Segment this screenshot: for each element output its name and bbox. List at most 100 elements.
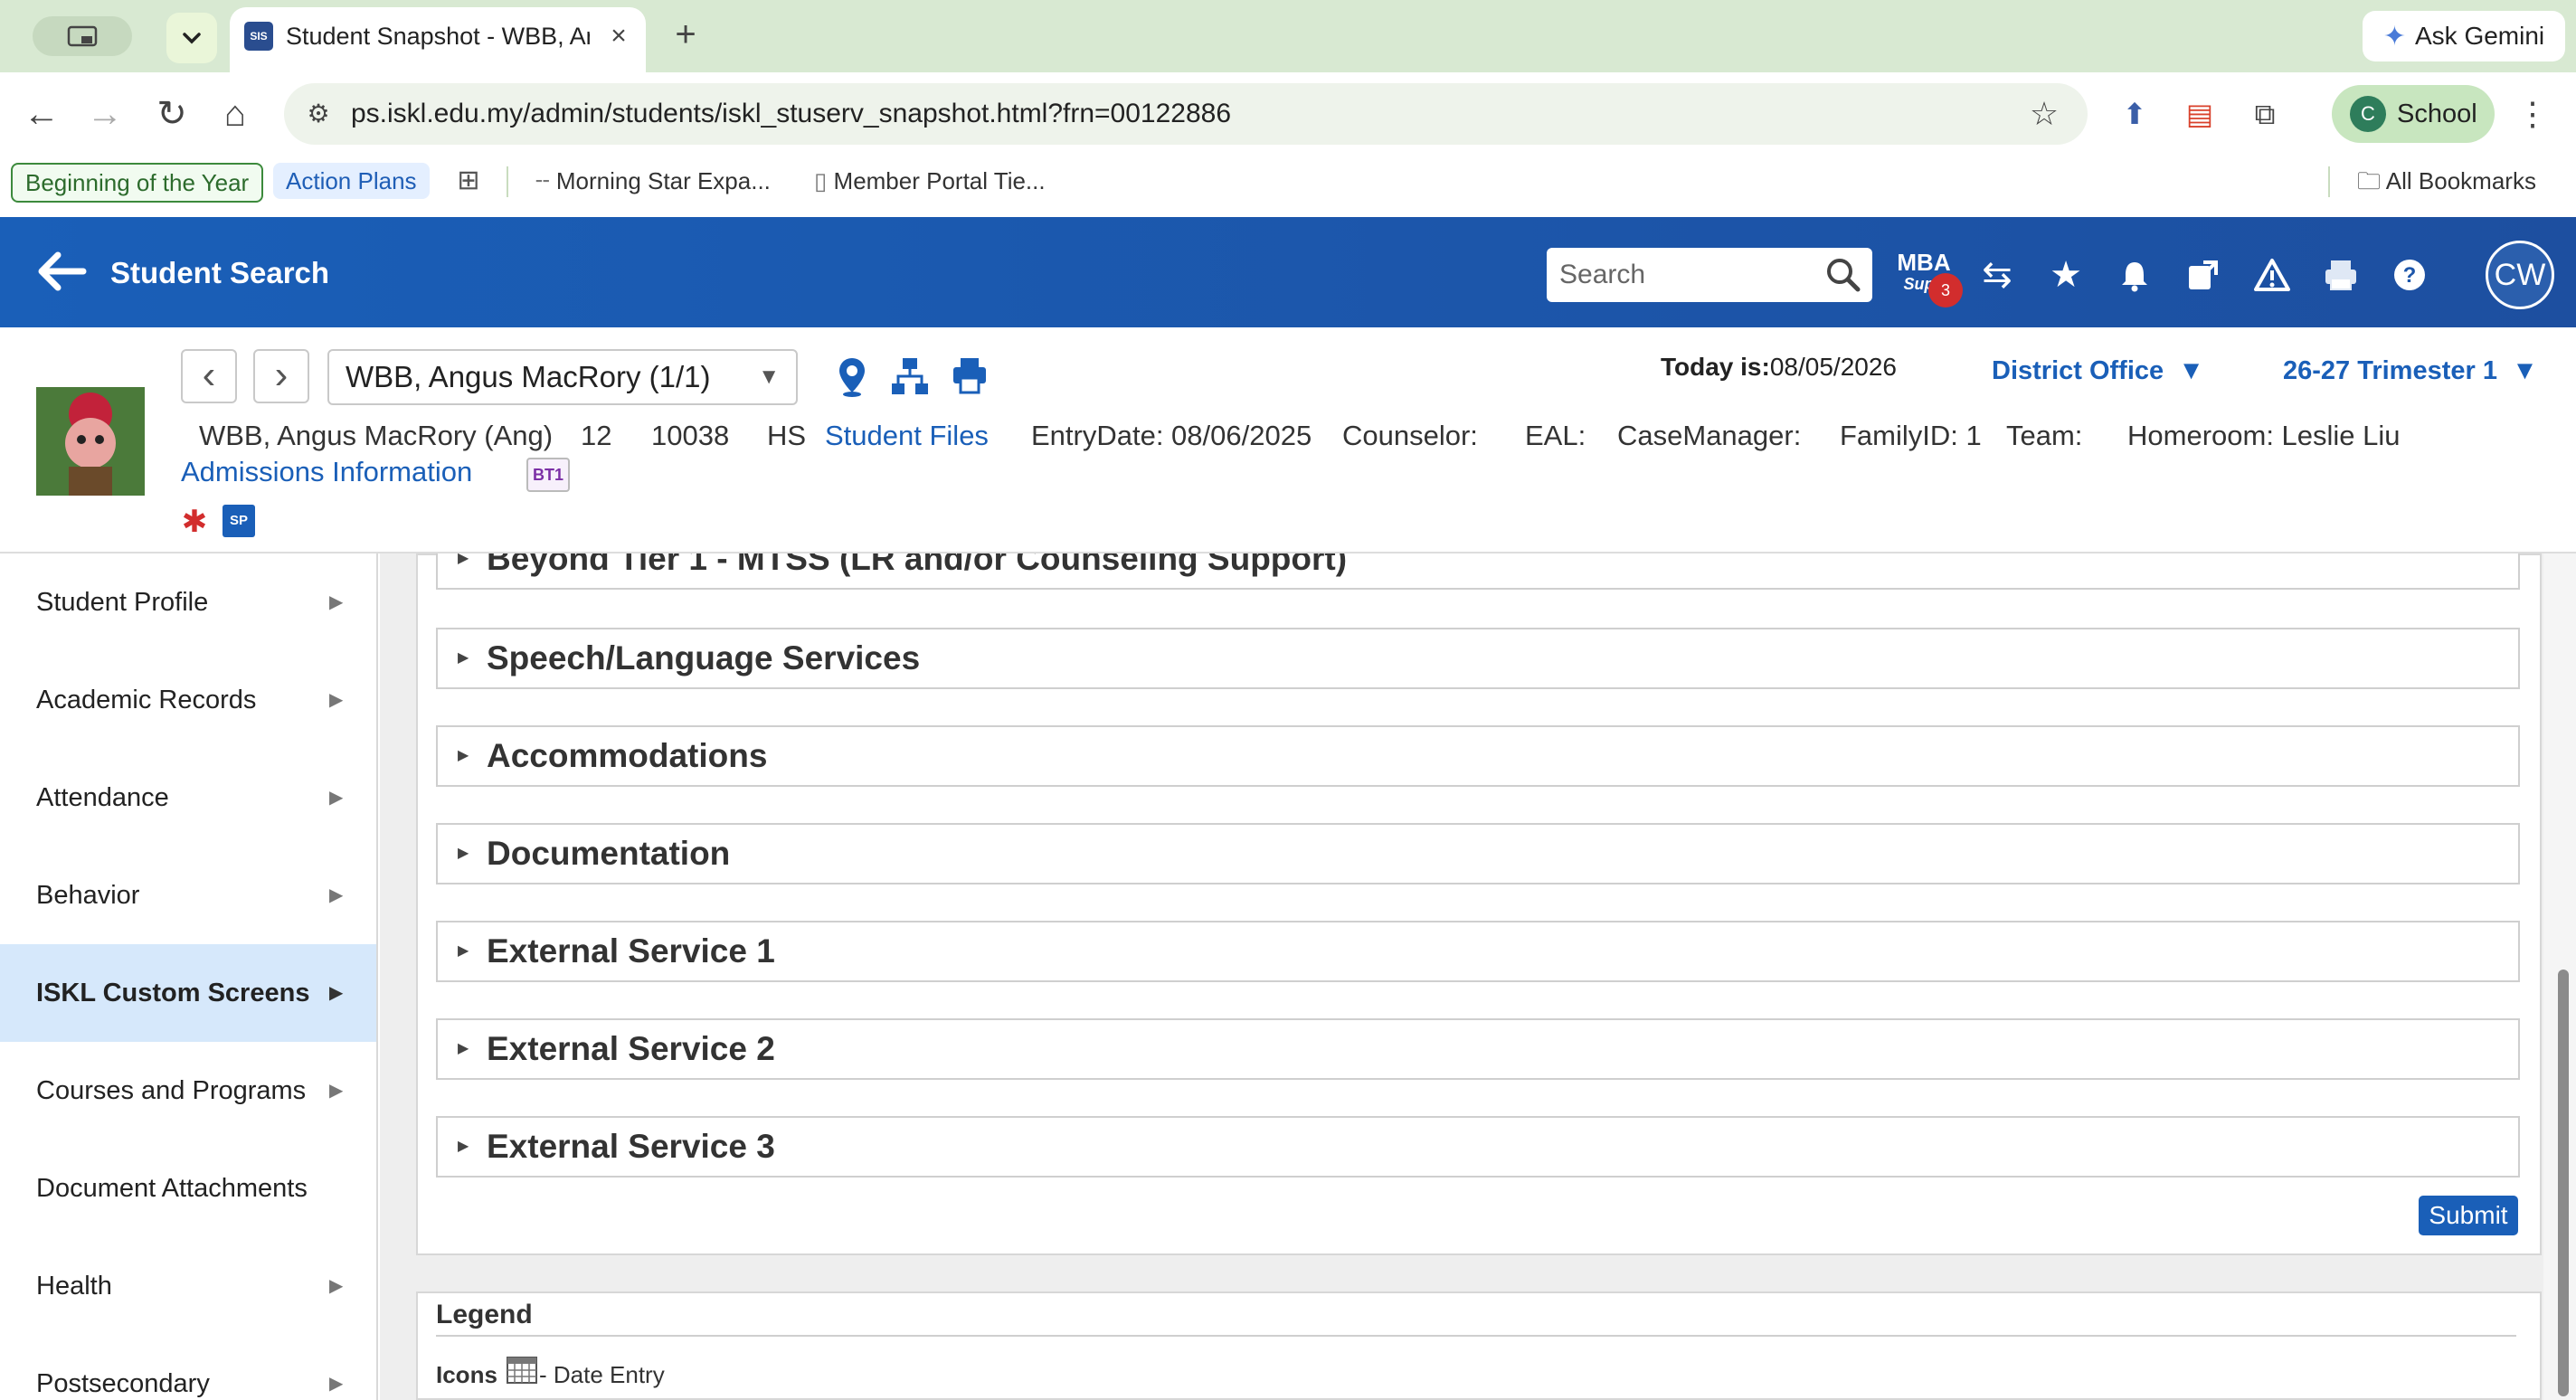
tab-search-button[interactable] [33,16,132,56]
bookmark-member-portal-label: Member Portal Tie... [833,167,1046,194]
student-number: 10038 [651,420,730,451]
section-title: Speech/Language Services [487,639,921,676]
legend-title: Legend [436,1300,533,1329]
sidebar-item-postsecondary[interactable]: Postsecondary ▶ [0,1335,376,1400]
sidebar-item-student-profile[interactable]: Student Profile ▶ [0,553,376,651]
team: Team: [2006,420,2083,451]
all-bookmarks-label: All Bookmarks [2385,167,2536,194]
term-selector[interactable]: 26-27 Trimester 1 ▼ [2283,353,2538,389]
sidebar-item-document-attachments[interactable]: Document Attachments [0,1140,376,1237]
bt1-badge[interactable]: BT1 [526,458,570,492]
favorites-star-icon[interactable]: ★ [2041,250,2091,300]
admissions-information-link[interactable]: Admissions Information [181,454,472,490]
page-title[interactable]: Student Search [110,253,329,293]
home-icon[interactable]: ⌂ [213,92,257,136]
term-selector-label: 26-27 Trimester 1 [2283,356,2497,385]
previous-student-button[interactable]: ‹ [181,349,237,403]
bookmark-dash-icon: ╌ [535,167,556,194]
extension-todoist-icon[interactable]: ▤ [2178,92,2221,136]
bookmark-separator [2328,166,2330,197]
all-bookmarks[interactable]: 🗀 All Bookmarks [2357,163,2536,199]
section-external-service-1[interactable]: ▶ External Service 1 [436,921,2520,982]
school-selector-label: District Office [1992,356,2164,385]
section-title: External Service 2 [487,1030,775,1067]
chevron-down-icon [183,33,201,44]
hierarchy-icon[interactable] [888,351,932,402]
sp-badge[interactable]: SP [223,505,255,537]
tab-title[interactable]: Student Snapshot - WBB, Angus MacRory [286,20,590,52]
section-title: Accommodations [487,737,768,774]
search-icon[interactable] [1823,255,1863,295]
print-icon[interactable] [948,351,991,402]
sidebar-item-courses-and-programs[interactable]: Courses and Programs ▶ [0,1042,376,1140]
new-tab-button[interactable]: + [666,16,706,56]
apps-grid-icon[interactable]: ⊞ [450,163,487,199]
sidebar-item-health[interactable]: Health ▶ [0,1237,376,1335]
reload-icon[interactable]: ↻ [150,92,194,136]
print-icon[interactable] [2316,250,2366,300]
svg-text:?: ? [2403,263,2417,288]
caret-right-icon: ▶ [458,846,469,861]
student-selector[interactable]: WBB, Angus MacRory (1/1) ▼ [327,349,798,405]
section-documentation[interactable]: ▶ Documentation [436,823,2520,884]
medical-alert-icon[interactable]: ✱ [179,506,210,537]
calendar-icon [507,1357,537,1384]
bookmark-member-portal[interactable]: ▯ Member Portal Tie... [814,163,1046,199]
section-accommodations[interactable]: ▶ Accommodations [436,725,2520,787]
caret-right-icon: ▶ [458,748,469,763]
ask-gemini-button[interactable]: ✦ Ask Gemini [2363,11,2565,61]
tab-close-icon[interactable]: × [602,20,635,52]
entry-date: EntryDate: 08/06/2025 [1031,420,1312,451]
search-input[interactable] [1550,251,1831,298]
school-selector[interactable]: District Office ▼ [1992,353,2204,389]
family-id: FamilyID: 1 [1840,420,1982,451]
student-files-link[interactable]: Student Files [825,418,989,454]
sidebar-item-label: Attendance [36,783,169,812]
profile-avatar: C [2350,96,2386,132]
student-selector-label: WBB, Angus MacRory (1/1) [346,360,711,393]
switch-arrows-icon[interactable]: ⇆ [1972,250,2022,300]
gemini-sparkle-icon: ✦ [2382,21,2406,52]
sidebar-item-label: Behavior [36,881,140,910]
bookmark-morning-star[interactable]: ╌ Morning Star Expa... [535,163,771,199]
bookmark-star-icon[interactable]: ☆ [2022,92,2066,136]
section-external-service-3[interactable]: ▶ External Service 3 [436,1116,2520,1178]
back-arrow-icon[interactable] [33,242,90,300]
tab-favicon-icon: SIS [244,22,273,51]
next-student-button[interactable]: › [253,349,309,403]
site-info-icon[interactable]: ⚙ [298,94,338,134]
notifications-bell-icon[interactable] [2109,250,2160,300]
bookmark-beginning-of-year[interactable]: Beginning of the Year [11,163,264,203]
scrollbar-thumb[interactable] [2558,970,2569,1396]
tab-dropdown-button[interactable] [166,13,217,63]
bookmark-action-plans[interactable]: Action Plans [273,163,430,199]
sidebar-item-label: Postsecondary [36,1369,210,1398]
chrome-menu-icon[interactable]: ⋮ [2514,92,2551,136]
forward-icon[interactable]: → [83,92,127,136]
back-icon[interactable]: ← [20,92,63,136]
section-external-service-2[interactable]: ▶ External Service 2 [436,1018,2520,1080]
sidebar-item-iskl-custom-screens[interactable]: ISKL Custom Screens ▶ [0,944,376,1042]
external-link-icon[interactable] [2178,250,2229,300]
folder-icon: 🗀 [2357,167,2386,194]
ask-gemini-label: Ask Gemini [2414,22,2545,50]
caret-down-icon: ▼ [2164,356,2204,385]
map-pin-icon[interactable] [830,351,874,402]
caret-right-icon: ▶ [458,1139,469,1154]
extension-upload-icon[interactable]: ⬆ [2113,92,2156,136]
help-icon[interactable]: ? [2384,250,2435,300]
sidebar-item-academic-records[interactable]: Academic Records ▶ [0,651,376,749]
caret-right-icon: ▶ [329,1081,344,1101]
sidebar-item-label: Document Attachments [36,1174,308,1203]
legend-divider [436,1335,2516,1337]
extensions-puzzle-icon[interactable]: ⧉ [2243,92,2287,136]
sidebar-item-label: ISKL Custom Screens [36,979,310,1007]
alert-warning-icon[interactable] [2247,250,2297,300]
submit-button[interactable]: Submit [2419,1196,2518,1235]
sidebar-item-attendance[interactable]: Attendance ▶ [0,749,376,847]
user-avatar[interactable]: CW [2486,241,2554,309]
url-text[interactable]: ps.iskl.edu.my/admin/students/iskl_stuse… [351,94,1889,134]
sidebar-item-behavior[interactable]: Behavior ▶ [0,847,376,944]
section-speech-language-services[interactable]: ▶ Speech/Language Services [436,628,2520,689]
student-photo[interactable] [36,387,145,496]
